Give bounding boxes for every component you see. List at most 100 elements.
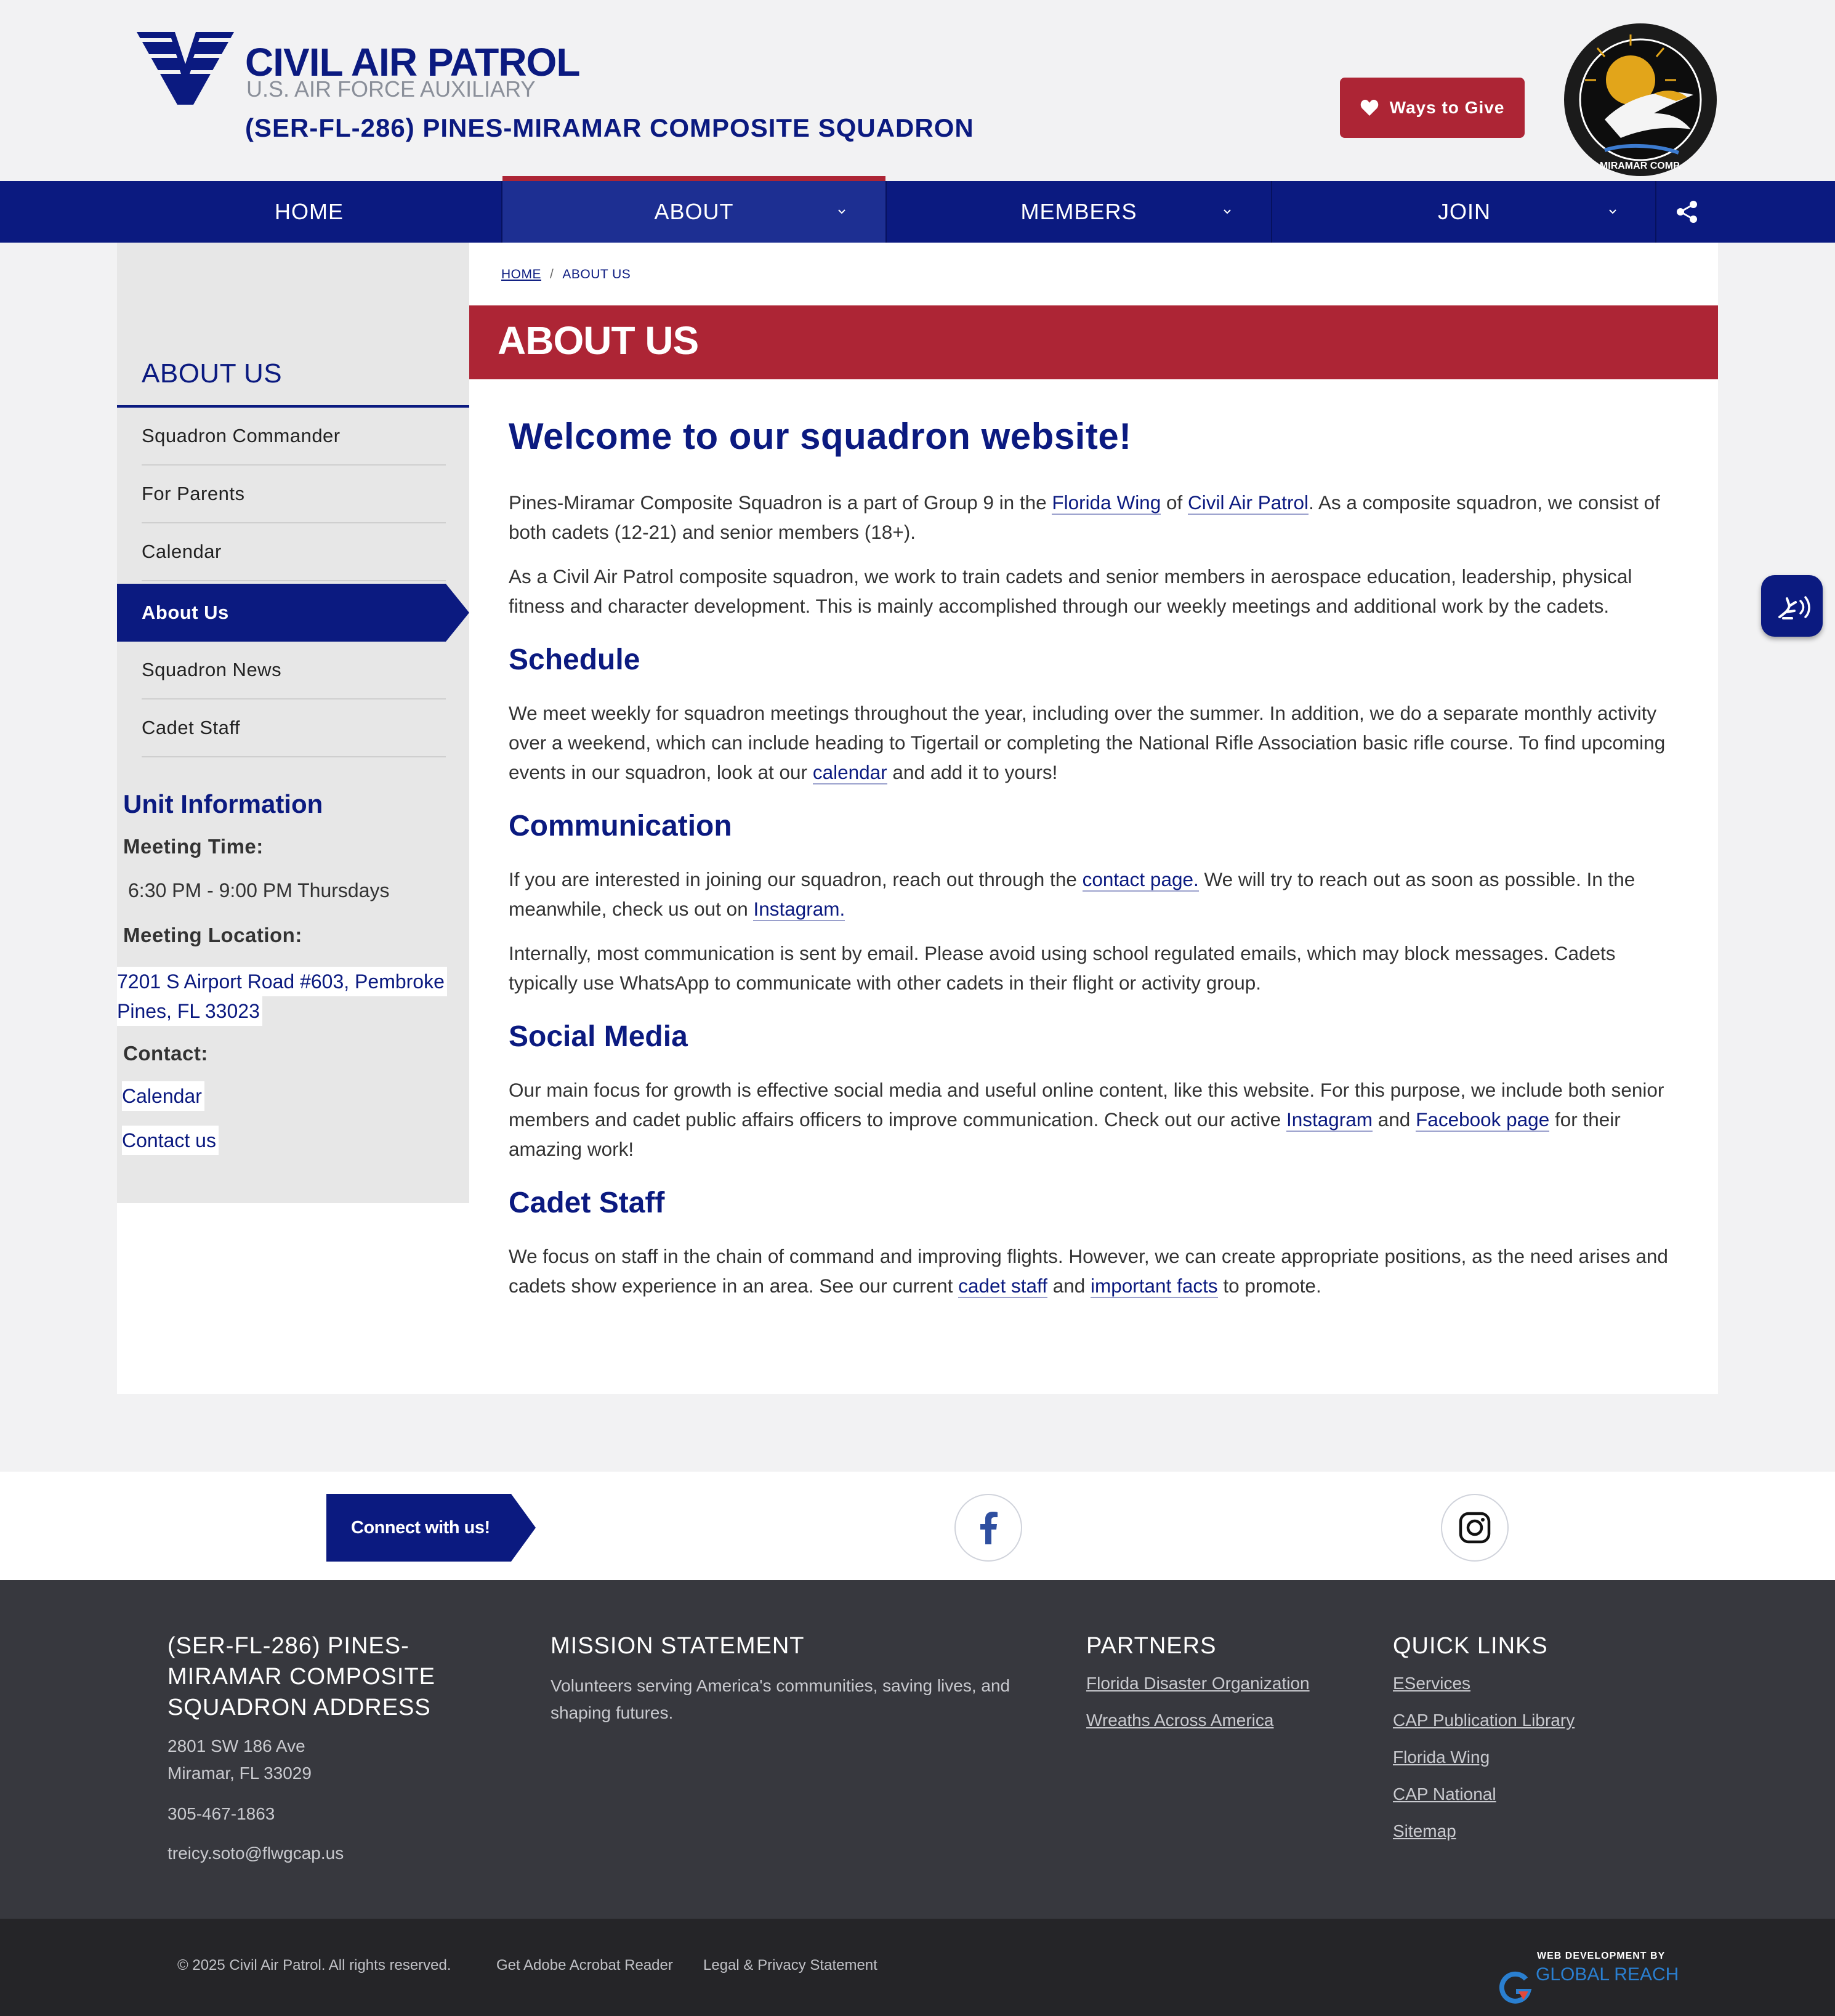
footer-phone: 305-467-1863 — [167, 1804, 275, 1823]
welcome-heading: Welcome to our squadron website! — [509, 416, 1132, 457]
footer-address-line1: 2801 SW 186 Ave — [167, 1736, 305, 1756]
address-link-line2[interactable]: Pines, FL 33023 — [117, 996, 262, 1026]
sidebar-item-label: Calendar — [142, 541, 222, 562]
bottom-bar: © 2025 Civil Air Patrol. All rights rese… — [0, 1919, 1835, 2016]
quick-link-eservices[interactable]: EServices — [1393, 1674, 1470, 1693]
cap-logo-icon[interactable] — [137, 27, 234, 105]
meeting-location-label: Meeting Location: — [123, 924, 302, 946]
instagram-inline-link[interactable]: Instagram. — [753, 898, 845, 921]
intro-paragraph: Pines-Miramar Composite Squadron is a pa… — [509, 491, 1660, 543]
partners-heading: PARTNERS — [1086, 1633, 1217, 1659]
connect-bar: Connect with us! — [0, 1472, 1835, 1580]
quick-link-florida-wing[interactable]: Florida Wing — [1393, 1748, 1490, 1767]
breadcrumb: HOME / ABOUT US — [501, 267, 631, 282]
sidebar-item-cadet-staff[interactable]: Cadet Staff — [142, 700, 446, 757]
instagram-button[interactable] — [1441, 1494, 1509, 1562]
footer-address-heading: (SER-FL-286) PINES-MIRAMAR COMPOSITE SQU… — [167, 1633, 436, 1720]
page-title: ABOUT US — [498, 318, 699, 363]
acrobat-link[interactable]: Get Adobe Acrobat Reader — [496, 1957, 673, 1974]
quick-link-publication-library[interactable]: CAP Publication Library — [1393, 1711, 1575, 1730]
sidebar-item-label: Squadron News — [142, 659, 282, 680]
civil-air-patrol-link[interactable]: Civil Air Patrol — [1188, 491, 1309, 515]
sidebar-item-for-parents[interactable]: For Parents — [142, 466, 446, 523]
calendar-link[interactable]: Calendar — [122, 1081, 204, 1111]
florida-wing-link[interactable]: Florida Wing — [1052, 491, 1161, 515]
social-media-heading: Social Media — [509, 1020, 688, 1053]
mission-text: Volunteers serving America's communities… — [550, 1676, 1010, 1722]
instagram-link[interactable]: Instagram — [1286, 1108, 1373, 1132]
cadet-staff-link[interactable]: cadet staff — [958, 1275, 1047, 1298]
quick-links-heading: QUICK LINKS — [1393, 1633, 1548, 1659]
sidebar-item-calendar[interactable]: Calendar — [142, 523, 446, 581]
cadet-staff-paragraph: We focus on staff in the chain of comman… — [509, 1245, 1668, 1298]
sidebar-title: ABOUT US — [142, 358, 283, 389]
cadet-staff-heading: Cadet Staff — [509, 1187, 665, 1219]
intro-paragraph-2: As a Civil Air Patrol composite squadron… — [509, 565, 1632, 617]
main-nav: HOME ABOUT MEMBERS JOIN — [0, 176, 1835, 243]
nav-join-label: JOIN — [1437, 199, 1491, 224]
nav-members[interactable]: MEMBERS — [887, 181, 1271, 243]
social-media-paragraph: Our main focus for growth is effective s… — [509, 1079, 1664, 1160]
communication-paragraph-2: Internally, most communication is sent b… — [509, 942, 1616, 994]
sidebar-item-squadron-news[interactable]: Squadron News — [142, 642, 446, 700]
sidebar: ABOUT US Squadron Commander For Parents … — [117, 243, 469, 1203]
facebook-page-link[interactable]: Facebook page — [1416, 1108, 1550, 1132]
ways-to-give-button[interactable]: Ways to Give — [1340, 78, 1525, 138]
chevron-down-icon — [1609, 209, 1616, 214]
page-banner: ABOUT US — [469, 305, 1718, 379]
web-dev-label: WEB DEVELOPMENT BY — [1537, 1951, 1666, 1961]
address-link[interactable]: 7201 S Airport Road #603, Pembroke — [117, 967, 447, 996]
legal-link[interactable]: Legal & Privacy Statement — [703, 1957, 877, 1974]
mission-heading: MISSION STATEMENT — [550, 1633, 805, 1659]
chevron-down-icon — [1224, 209, 1231, 214]
share-icon — [1677, 201, 1697, 223]
nav-home-label: HOME — [275, 199, 344, 224]
important-facts-link[interactable]: important facts — [1091, 1275, 1218, 1298]
partner-link-waa[interactable]: Wreaths Across America — [1086, 1711, 1273, 1730]
nav-home[interactable]: HOME — [117, 181, 501, 243]
sidebar-item-about-us[interactable]: About Us — [117, 584, 469, 642]
site-footer: (SER-FL-286) PINES-MIRAMAR COMPOSITE SQU… — [0, 1580, 1835, 1919]
breadcrumb-separator: / — [550, 267, 554, 281]
quick-link-sitemap[interactable]: Sitemap — [1393, 1821, 1456, 1841]
contact-us-link[interactable]: Contact us — [122, 1126, 219, 1155]
nav-members-label: MEMBERS — [1020, 199, 1137, 224]
schedule-paragraph: We meet weekly for squadron meetings thr… — [509, 702, 1666, 784]
breadcrumb-home[interactable]: HOME — [501, 267, 541, 281]
sign-language-icon — [1778, 596, 1810, 619]
nav-join[interactable]: JOIN — [1272, 181, 1656, 243]
sidebar-item-label: Cadet Staff — [142, 717, 241, 738]
meeting-time-label: Meeting Time: — [123, 835, 264, 858]
global-reach-logo-icon[interactable] — [1498, 1970, 1532, 2005]
contact-label: Contact: — [123, 1042, 208, 1065]
global-reach-label[interactable]: GLOBAL REACH — [1536, 1964, 1679, 1985]
partner-link-fdo[interactable]: Florida Disaster Organization — [1086, 1674, 1310, 1693]
copyright: © 2025 Civil Air Patrol. All rights rese… — [177, 1957, 451, 1974]
instagram-icon — [1459, 1512, 1491, 1544]
heart-icon — [1360, 100, 1378, 116]
footer-email[interactable]: treicy.soto@flwgcap.us — [167, 1840, 344, 1867]
calendar-inline-link[interactable]: calendar — [812, 761, 887, 784]
meeting-time-value: 6:30 PM - 9:00 PM Thursdays — [128, 879, 390, 901]
sidebar-item-squadron-commander[interactable]: Squadron Commander — [142, 408, 446, 466]
sidebar-item-label: Squadron Commander — [142, 425, 341, 446]
connect-label: Connect with us! — [351, 1517, 490, 1538]
logo-subtitle: U.S. AIR FORCE AUXILIARY — [246, 76, 536, 102]
contact-page-link[interactable]: contact page. — [1082, 868, 1199, 892]
chevron-down-icon — [838, 209, 845, 214]
facebook-icon — [980, 1512, 998, 1544]
ways-to-give-label: Ways to Give — [1389, 98, 1505, 117]
squadron-name[interactable]: (SER-FL-286) PINES-MIRAMAR COMPOSITE SQU… — [245, 113, 974, 143]
share-button[interactable] — [1656, 181, 1718, 243]
nav-about[interactable]: ABOUT — [502, 176, 885, 243]
quick-link-cap-national[interactable]: CAP National — [1393, 1784, 1496, 1804]
sidebar-item-label: About Us — [142, 602, 229, 623]
connect-tag: Connect with us! — [326, 1494, 536, 1562]
accessibility-button[interactable] — [1761, 575, 1823, 637]
sidebar-item-label: For Parents — [142, 483, 245, 504]
communication-heading: Communication — [509, 810, 732, 842]
communication-paragraph: If you are interested in joining our squ… — [509, 868, 1635, 921]
facebook-button[interactable] — [954, 1494, 1022, 1562]
squadron-badge-icon: MIRAMAR COMP. — [1564, 23, 1717, 176]
nav-about-label: ABOUT — [654, 199, 734, 224]
